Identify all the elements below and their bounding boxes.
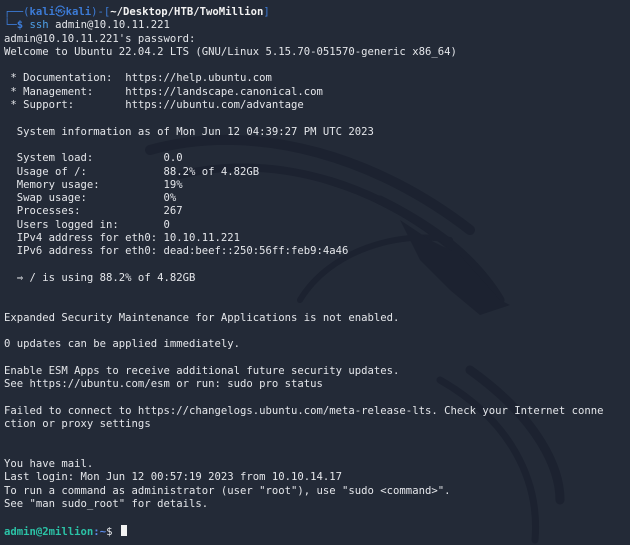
local-prompt-line-1: ┌──(kali㉿kali)-[~/Desktop/HTB/TwoMillion… bbox=[4, 6, 630, 19]
doc-label: * Documentation: bbox=[4, 72, 126, 85]
sysinfo-row: Users logged in: 0 bbox=[4, 219, 630, 232]
prompt-host: kali bbox=[65, 6, 92, 18]
remote-prompt-symbol: $ bbox=[106, 525, 119, 538]
sysinfo-key: System load: bbox=[4, 152, 164, 165]
last-login: Last login: Mon Jun 12 00:57:19 2023 fro… bbox=[4, 471, 343, 484]
sysinfo-value: 0 bbox=[163, 218, 170, 231]
sysinfo-value: dead:beef::250:56ff:feb9:4a46 bbox=[163, 245, 349, 258]
prompt-user: kali bbox=[29, 6, 56, 18]
failed-connect-line-2: ction or proxy settings bbox=[4, 418, 151, 431]
failed-connect-line-1: Failed to connect to https://changelogs.… bbox=[4, 404, 604, 417]
sysinfo-row: System load: 0.0 bbox=[4, 152, 630, 165]
sysinfo-key: Swap usage: bbox=[4, 192, 164, 205]
sysinfo-row: Swap usage: 0% bbox=[4, 192, 630, 205]
local-prompt-line-2: └─$ ssh admin@10.10.11.221 bbox=[4, 19, 630, 32]
prompt-frame-bottom: └─ bbox=[4, 19, 17, 32]
sysinfo-row: Memory usage: 19% bbox=[4, 179, 630, 192]
sysinfo-row: Usage of /: 88.2% of 4.82GB bbox=[4, 166, 630, 179]
prompt-frame-mid: )-[ bbox=[91, 6, 111, 18]
sysinfo-row: Processes: 267 bbox=[4, 205, 630, 218]
doc-url[interactable]: https://help.ubuntu.com bbox=[125, 72, 272, 84]
sysinfo-value: 88.2% of 4.82GB bbox=[163, 165, 260, 178]
remote-prompt-line[interactable]: admin@2million:~$ bbox=[4, 524, 630, 538]
sudo-hint-line-2: See "man sudo_root" for details. bbox=[4, 497, 209, 510]
management-url[interactable]: https://landscape.canonical.com bbox=[125, 86, 323, 98]
sysinfo-header: System information as of Mon Jun 12 04:3… bbox=[4, 125, 374, 138]
management-link-line: * Management: https://landscape.canonica… bbox=[4, 86, 630, 99]
support-url[interactable]: https://ubuntu.com/advantage bbox=[125, 99, 304, 111]
updates-line: 0 updates can be applied immediately. bbox=[4, 338, 240, 351]
sysinfo-key: IPv4 address for eth0: bbox=[4, 232, 164, 245]
text-cursor[interactable] bbox=[120, 524, 127, 536]
welcome-line: Welcome to Ubuntu 22.04.2 LTS (GNU/Linux… bbox=[4, 45, 457, 58]
esm-enable-line-1: Enable ESM Apps to receive additional fu… bbox=[4, 365, 400, 378]
sysinfo-key: IPv6 address for eth0: bbox=[4, 245, 164, 258]
support-label: * Support: bbox=[4, 99, 126, 112]
management-label: * Management: bbox=[4, 85, 126, 98]
sysinfo-row: IPv6 address for eth0: dead:beef::250:56… bbox=[4, 245, 630, 258]
sysinfo-key: Processes: bbox=[4, 205, 164, 218]
esm-status: Expanded Security Maintenance for Applic… bbox=[4, 311, 400, 324]
remote-prompt-user-host: admin@2million bbox=[4, 525, 94, 538]
sysinfo-key: Usage of /: bbox=[4, 165, 164, 178]
terminal-output[interactable]: ┌──(kali㉿kali)-[~/Desktop/HTB/TwoMillion… bbox=[4, 6, 630, 538]
skull-icon: ㉿ bbox=[55, 6, 66, 18]
sysinfo-key: Users logged in: bbox=[4, 218, 164, 231]
esm-enable-line-2: See https://ubuntu.com/esm or run: sudo … bbox=[4, 378, 323, 391]
sysinfo-value: 19% bbox=[163, 178, 183, 191]
command-name: ssh bbox=[29, 19, 49, 32]
disk-warning: ⇒ / is using 88.2% of 4.82GB bbox=[4, 271, 196, 284]
mail-notice: You have mail. bbox=[4, 458, 94, 471]
prompt-frame-top: ┌──( bbox=[4, 6, 30, 18]
sysinfo-row: IPv4 address for eth0: 10.10.11.221 bbox=[4, 232, 630, 245]
command-args: admin@10.10.11.221 bbox=[55, 19, 170, 32]
prompt-dollar: $ bbox=[16, 19, 30, 32]
sysinfo-value: 0% bbox=[163, 192, 177, 205]
prompt-frame-end: ] bbox=[263, 6, 270, 18]
sysinfo-value: 10.10.11.221 bbox=[163, 232, 240, 245]
password-prompt: admin@10.10.11.221's password: bbox=[4, 32, 196, 45]
sysinfo-value: 267 bbox=[163, 205, 183, 218]
sysinfo-key: Memory usage: bbox=[4, 178, 164, 191]
support-link-line: * Support: https://ubuntu.com/advantage bbox=[4, 99, 630, 112]
sysinfo-value: 0.0 bbox=[163, 152, 183, 165]
prompt-cwd: ~/Desktop/HTB/TwoMillion bbox=[110, 6, 264, 18]
sudo-hint-line-1: To run a command as administrator (user … bbox=[4, 484, 451, 497]
doc-link-line: * Documentation: https://help.ubuntu.com bbox=[4, 72, 630, 85]
